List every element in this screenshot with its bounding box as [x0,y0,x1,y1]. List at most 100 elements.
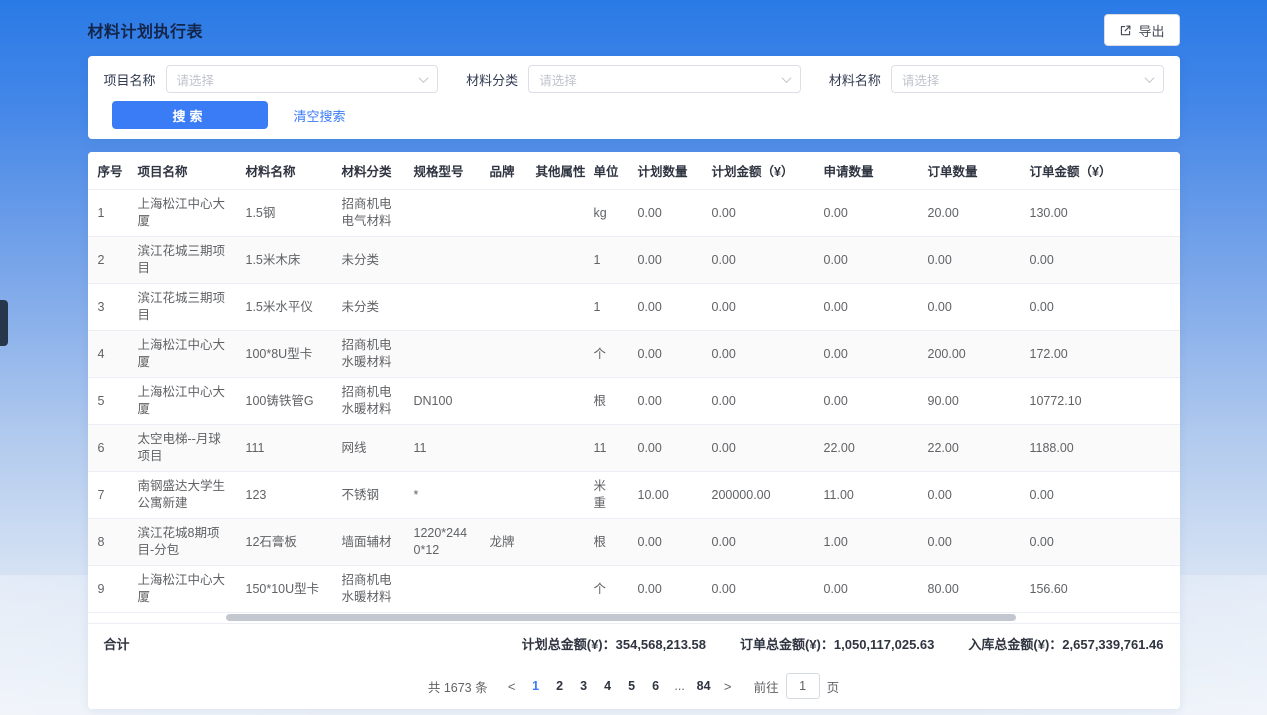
table-cell: 1.5米水平仪 [236,284,332,331]
table-cell: 0.00 [702,190,814,237]
table-cell: 3 [88,284,128,331]
table-cell: 200000.00 [702,472,814,519]
column-header: 序号 [88,152,128,190]
side-drawer-handle[interactable] [0,300,8,346]
main-container: 材料计划执行表 导出 项目名称 请选择 材料分类 请选择 [88,0,1180,709]
table-cell: 0.00 [628,519,702,566]
table-row[interactable]: 8滨江花城8期项目-分包12石膏板墙面辅材1220*2440*12龙牌根0.00… [88,519,1180,566]
pagination-total: 共 1673 条 [428,677,488,696]
column-header: 材料名称 [236,152,332,190]
export-label: 导出 [1138,21,1164,40]
table-cell: 100*8U型卡 [236,331,332,378]
table-row[interactable]: 4上海松江中心大厦100*8U型卡招商机电水暖材料个0.000.000.0020… [88,331,1180,378]
table-cell: 招商机电水暖材料 [332,566,404,613]
pagination-next-button[interactable]: > [716,679,740,694]
goto-suffix: 页 [827,677,840,696]
table-row[interactable]: 7南钢盛达大学生公寓新建123不锈钢*米重10.00200000.0011.00… [88,472,1180,519]
project-name-select[interactable]: 请选择 [166,65,439,93]
table-cell: 1.00 [814,519,918,566]
table-row[interactable]: 9上海松江中心大厦150*10U型卡招商机电水暖材料个0.000.000.008… [88,566,1180,613]
table-card: 序号项目名称材料名称材料分类规格型号品牌其他属性单位计划数量计划金额（¥）申请数… [88,152,1180,709]
table-row[interactable]: 1上海松江中心大厦1.5钢招商机电电气材料kg0.000.000.0020.00… [88,190,1180,237]
table-cell: 0.00 [628,425,702,472]
table-cell: 22.00 [814,425,918,472]
summary-total-label: 合计 [104,634,130,653]
filter-field-project: 项目名称 请选择 [104,65,439,93]
material-category-select[interactable]: 请选择 [528,65,801,93]
table-cell [526,284,584,331]
chevron-down-icon [1144,73,1154,83]
table-cell [526,566,584,613]
table-cell [526,331,584,378]
table-cell: kg [584,190,628,237]
table-cell: 0.00 [814,566,918,613]
horizontal-scrollbar[interactable] [226,614,1016,621]
table-cell [526,237,584,284]
material-name-select[interactable]: 请选择 [891,65,1164,93]
chevron-down-icon [419,73,429,83]
table-row[interactable]: 3滨江花城三期项目1.5米水平仪未分类10.000.000.000.000.00 [88,284,1180,331]
table-row[interactable]: 2滨江花城三期项目1.5米木床未分类10.000.000.000.000.00 [88,237,1180,284]
filter-row: 项目名称 请选择 材料分类 请选择 材料名称 请选择 [104,65,1164,93]
table-cell: 0.00 [1020,237,1180,284]
table-cell: 10.00 [628,472,702,519]
export-icon [1119,24,1132,37]
pagination-page[interactable]: 6 [644,673,668,699]
select-placeholder: 请选择 [177,70,215,89]
table-cell: 未分类 [332,284,404,331]
table-row[interactable]: 6太空电梯--月球项目111网线11110.000.0022.0022.0011… [88,425,1180,472]
table-cell [404,566,480,613]
export-button[interactable]: 导出 [1104,14,1179,46]
pagination-page[interactable]: 1 [524,673,548,699]
table-cell: 0.00 [702,425,814,472]
column-header: 计划数量 [628,152,702,190]
table-cell: 200.00 [918,331,1020,378]
filter-label: 材料分类 [466,70,518,89]
pagination-page[interactable]: 5 [620,673,644,699]
table-cell: 5 [88,378,128,425]
table-cell: 太空电梯--月球项目 [128,425,236,472]
select-placeholder: 请选择 [539,70,577,89]
table-cell [404,284,480,331]
table-cell: 0.00 [1020,472,1180,519]
pagination-page[interactable]: 3 [572,673,596,699]
column-header: 其他属性 [526,152,584,190]
table-cell: 0.00 [918,519,1020,566]
table-cell: 0.00 [702,237,814,284]
pagination-prev-button[interactable]: < [500,679,524,694]
column-header: 计划金额（¥） [702,152,814,190]
pagination-page[interactable]: 4 [596,673,620,699]
table-cell: 0.00 [628,237,702,284]
column-header: 订单金额（¥） [1020,152,1180,190]
table-cell: 招商机电电气材料 [332,190,404,237]
table-cell: 1.5钢 [236,190,332,237]
table-cell: 根 [584,519,628,566]
table-cell: 0.00 [702,284,814,331]
clear-search-link[interactable]: 清空搜索 [294,106,346,125]
table-cell: 11.00 [814,472,918,519]
pagination-page[interactable]: 2 [548,673,572,699]
table-cell: 0.00 [1020,284,1180,331]
search-button[interactable]: 搜索 [112,101,268,129]
material-plan-table: 序号项目名称材料名称材料分类规格型号品牌其他属性单位计划数量计划金额（¥）申请数… [88,152,1180,613]
table-cell [404,331,480,378]
table-cell [404,237,480,284]
table-cell [526,519,584,566]
table-cell: 156.60 [1020,566,1180,613]
table-cell: 0.00 [814,190,918,237]
goto-page-input[interactable] [786,673,820,699]
goto-prefix: 前往 [754,677,779,696]
pagination: 共 1673 条 < 123456...84 > 前往 页 [88,663,1180,709]
table-cell: 上海松江中心大厦 [128,378,236,425]
table-cell: 8 [88,519,128,566]
table-cell: 滨江花城8期项目-分包 [128,519,236,566]
table-cell: 0.00 [628,378,702,425]
table-cell: 0.00 [918,284,1020,331]
table-cell: DN100 [404,378,480,425]
table-cell [480,190,526,237]
pagination-page[interactable]: 84 [692,673,716,699]
table-cell: 1 [584,284,628,331]
table-row[interactable]: 5上海松江中心大厦100铸铁管G招商机电水暖材料DN100根0.000.000.… [88,378,1180,425]
table-cell: 墙面辅材 [332,519,404,566]
table-cell [480,472,526,519]
